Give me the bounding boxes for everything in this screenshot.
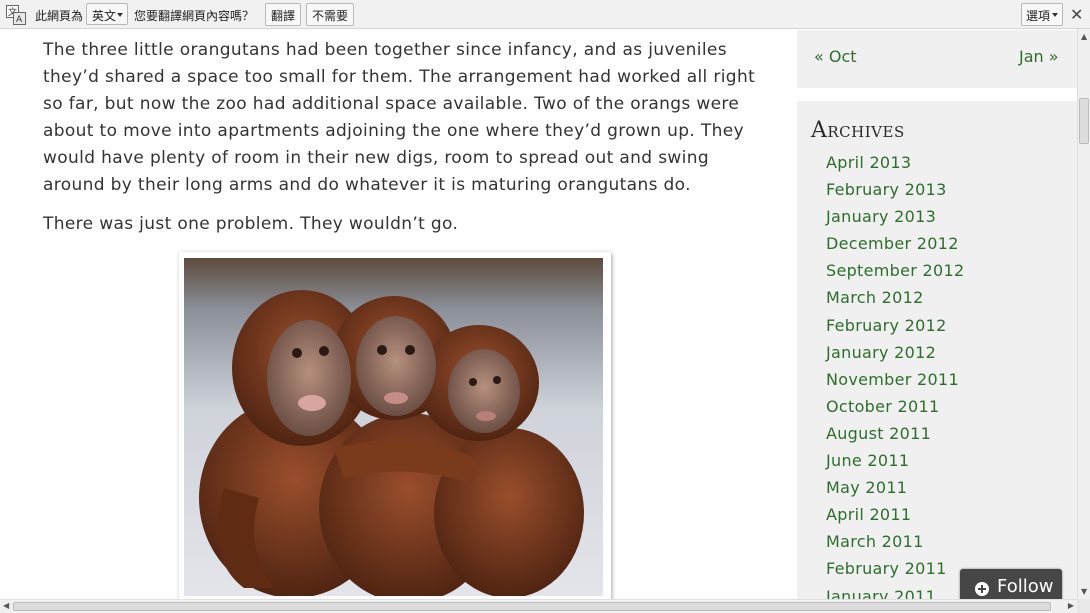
archive-link[interactable]: May 2011: [826, 476, 964, 503]
scroll-left-icon[interactable]: ◀: [3, 601, 9, 610]
archive-link[interactable]: August 2011: [826, 422, 964, 449]
horizontal-scroll-thumb[interactable]: [13, 602, 1051, 611]
calendar-next-link[interactable]: Jan »: [1019, 47, 1059, 66]
vertical-scrollbar[interactable]: ▲ ▼: [1077, 29, 1090, 599]
translate-question: 您要翻譯網頁內容嗎？: [134, 9, 255, 23]
translate-prompt-prefix: 此網頁為: [35, 9, 84, 23]
archives-title: Archives: [811, 118, 905, 143]
archive-link[interactable]: December 2012: [826, 232, 964, 259]
archive-link[interactable]: March 2011: [826, 530, 964, 557]
scroll-down-icon[interactable]: ▼: [1081, 587, 1087, 596]
language-value: 英文: [92, 9, 117, 23]
archive-link[interactable]: February 2013: [826, 178, 964, 205]
archive-link[interactable]: January 2013: [826, 205, 964, 232]
archive-link[interactable]: September 2012: [826, 259, 964, 286]
archive-link[interactable]: April 2013: [826, 151, 964, 178]
scrollbar-corner: [1077, 599, 1090, 613]
orangutans-photo: [179, 252, 611, 602]
archive-link[interactable]: April 2011: [826, 503, 964, 530]
archive-link[interactable]: February 2011: [826, 557, 964, 584]
plus-circle-icon: [975, 582, 989, 596]
archive-link[interactable]: February 2012: [826, 314, 964, 341]
translate-bar: 文 A 此網頁為 英文 您要翻譯網頁內容嗎？ 翻譯 不需要 選項 ✕: [0, 0, 1090, 29]
archive-link[interactable]: June 2011: [826, 449, 964, 476]
horizontal-scrollbar[interactable]: ◀ ▶: [0, 599, 1077, 613]
archive-link[interactable]: October 2011: [826, 395, 964, 422]
language-select[interactable]: 英文: [86, 3, 128, 25]
svg-text:A: A: [16, 15, 23, 25]
follow-label: Follow: [997, 576, 1054, 597]
article-paragraph: The three little orangutans had been tog…: [43, 40, 756, 195]
chevron-down-icon: [1052, 13, 1058, 17]
scroll-up-icon[interactable]: ▲: [1081, 32, 1087, 41]
options-label: 選項: [1026, 9, 1051, 23]
chevron-down-icon: [117, 13, 123, 17]
dismiss-button[interactable]: 不需要: [306, 3, 355, 26]
options-button[interactable]: 選項: [1021, 3, 1063, 26]
calendar-prev-link[interactable]: « Oct: [814, 47, 857, 66]
article-body: The three little orangutans had been tog…: [43, 30, 763, 238]
article-paragraph: There was just one problem. They wouldn’…: [43, 214, 459, 234]
translate-button[interactable]: 翻譯: [265, 3, 302, 26]
translate-icon: 文 A: [6, 5, 26, 25]
vertical-scroll-thumb[interactable]: [1079, 98, 1089, 144]
close-icon[interactable]: ✕: [1070, 5, 1083, 24]
archives-list: April 2013 February 2013 January 2013 De…: [826, 151, 964, 612]
orangutans-image: [184, 258, 603, 596]
archive-link[interactable]: March 2012: [826, 286, 964, 313]
archive-link[interactable]: January 2012: [826, 341, 964, 368]
scroll-right-icon[interactable]: ▶: [1068, 601, 1074, 610]
archive-link[interactable]: November 2011: [826, 368, 964, 395]
